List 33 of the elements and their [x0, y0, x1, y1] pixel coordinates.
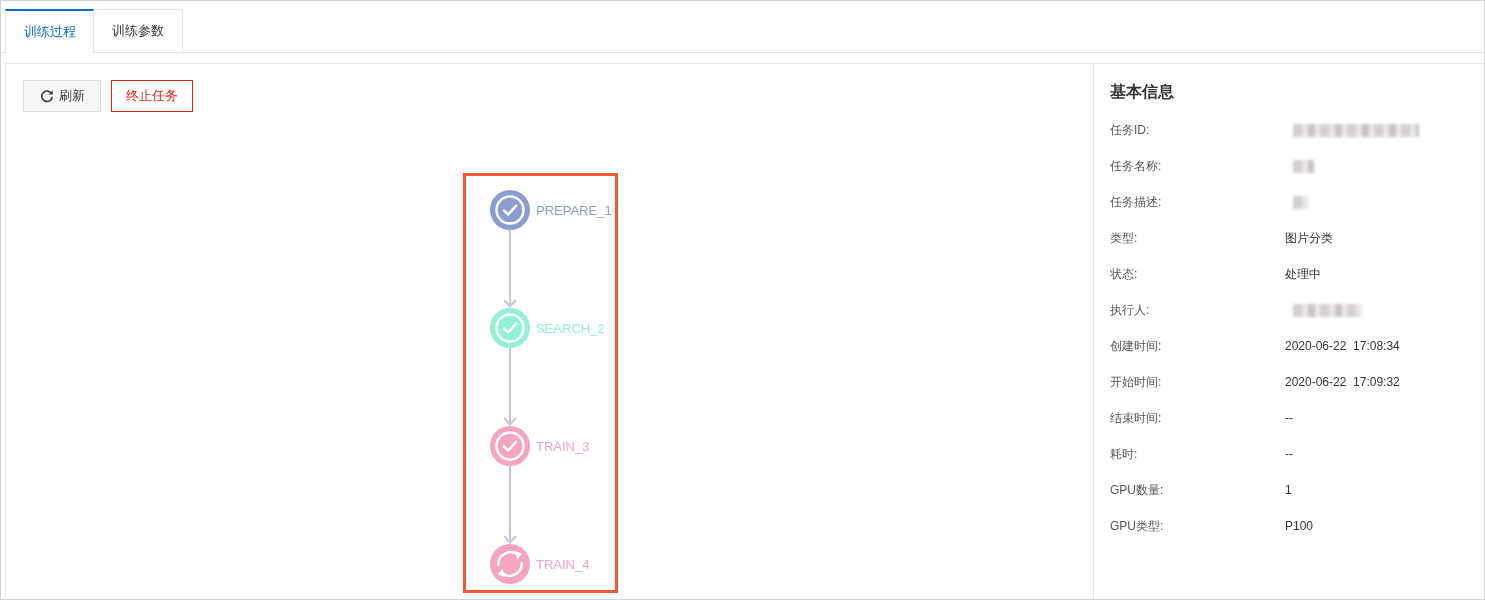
- field-label: 结束时间:: [1110, 409, 1163, 427]
- node-label: TRAIN_4: [536, 556, 590, 572]
- field-label: GPU数量:: [1110, 481, 1165, 499]
- field-label: 开始时间:: [1110, 373, 1163, 391]
- field-value: --: [1285, 447, 1293, 461]
- field-value: 图片分类: [1285, 229, 1333, 247]
- blurred-value: [1293, 303, 1362, 317]
- field-label: 任务ID:: [1110, 121, 1151, 139]
- field-label: 创建时间:: [1110, 337, 1163, 355]
- stop-task-button[interactable]: 终止任务: [111, 80, 193, 112]
- field-label: 任务名称:: [1110, 157, 1163, 175]
- field-value: 处理中: [1285, 265, 1321, 283]
- tab[interactable]: 训练过程: [5, 9, 94, 53]
- field-label: 任务描述:: [1110, 193, 1163, 211]
- blurred-value: [1293, 159, 1314, 173]
- field-value: P100: [1285, 519, 1314, 533]
- tab[interactable]: 训练参数: [94, 9, 183, 52]
- field-label: GPU类型:: [1110, 517, 1165, 535]
- field-value: 1: [1285, 483, 1292, 497]
- field-value: 2020-06-22 17:09:32: [1285, 375, 1400, 389]
- blurred-value: [1293, 195, 1308, 209]
- field-label: 类型:: [1110, 229, 1139, 247]
- refresh-button[interactable]: 刷新: [23, 80, 101, 112]
- node-label: PREPARE_1: [536, 202, 612, 218]
- field-value: --: [1285, 411, 1293, 425]
- panel-title: 基本信息: [1110, 82, 1175, 102]
- field-label: 状态:: [1110, 265, 1139, 283]
- field-label: 耗时:: [1110, 445, 1139, 463]
- node-label: TRAIN_3: [536, 438, 590, 454]
- refresh-icon: [39, 89, 54, 103]
- field-value: 2020-06-22 17:08:34: [1285, 339, 1400, 353]
- field-label: 执行人:: [1110, 301, 1151, 319]
- node-label: SEARCH_2: [536, 320, 605, 336]
